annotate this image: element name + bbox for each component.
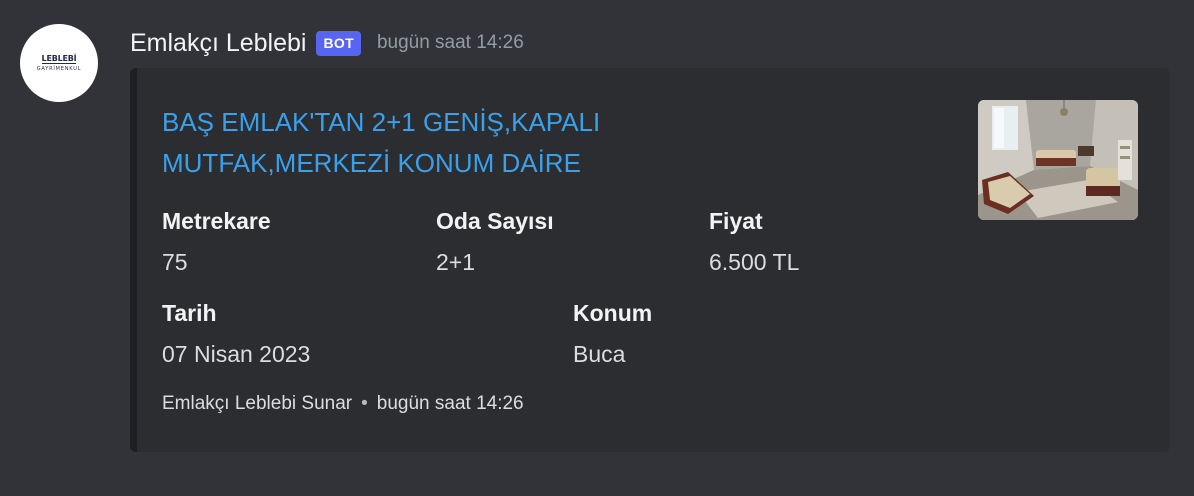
embed-footer: Emlakçı Leblebi Sunar • bugün saat 14:26 xyxy=(162,393,524,415)
footer-timestamp: bugün saat 14:26 xyxy=(376,393,524,414)
field-name-metrekare: Metrekare xyxy=(162,208,271,234)
field-name-fiyat: Fiyat xyxy=(709,208,763,234)
author-name[interactable]: Emlakçı Leblebi xyxy=(130,29,306,58)
message-header: Emlakçı Leblebi BOT bugün saat 14:26 xyxy=(130,26,524,60)
field-name-oda-sayisi: Oda Sayısı xyxy=(436,208,554,234)
footer-separator: • xyxy=(361,393,368,414)
message-timestamp[interactable]: bugün saat 14:26 xyxy=(377,32,524,54)
embed-title-line-2: MUTFAK,MERKEZİ KONUM DAİRE xyxy=(162,148,581,178)
field-value-tarih: 07 Nisan 2023 xyxy=(162,341,311,367)
bot-badge: BOT xyxy=(316,30,361,56)
field-value-fiyat: 6.500 TL xyxy=(709,249,800,275)
footer-text: Emlakçı Leblebi Sunar xyxy=(162,393,353,414)
avatar-logo-subtext: GAYRİMENKUL xyxy=(36,65,82,72)
field-name-konum: Konum xyxy=(573,300,653,326)
field-value-oda-sayisi: 2+1 xyxy=(436,249,476,275)
avatar-logo-text: LEBLEBİ xyxy=(41,53,77,64)
field-value-metrekare: 75 xyxy=(162,249,188,275)
listing-embed: BAŞ EMLAK'TAN 2+1 GENİŞ,KAPALI MUTFAK,ME… xyxy=(130,68,1170,452)
living-room-photo xyxy=(978,100,1138,220)
author-avatar[interactable]: LEBLEBİ GAYRİMENKUL xyxy=(20,24,98,102)
field-name-tarih: Tarih xyxy=(162,300,217,326)
field-value-konum: Buca xyxy=(573,341,626,367)
embed-title-line-1: BAŞ EMLAK'TAN 2+1 GENİŞ,KAPALI xyxy=(162,107,601,137)
embed-thumbnail[interactable] xyxy=(978,100,1138,220)
embed-title-link[interactable]: BAŞ EMLAK'TAN 2+1 GENİŞ,KAPALI MUTFAK,ME… xyxy=(162,102,722,184)
chat-message: LEBLEBİ GAYRİMENKUL Emlakçı Leblebi BOT … xyxy=(0,0,1194,496)
